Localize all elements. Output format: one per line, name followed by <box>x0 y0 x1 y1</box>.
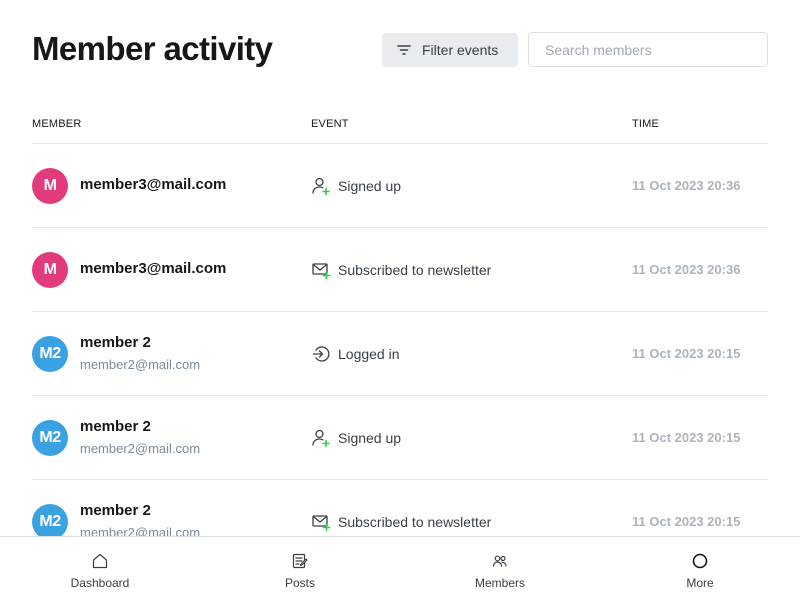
event-cell: Subscribed to newsletter <box>311 512 491 532</box>
event-cell: Subscribed to newsletter <box>311 260 491 280</box>
event-label: Signed up <box>338 430 402 446</box>
nav-item-posts[interactable]: Posts <box>200 537 400 600</box>
filter-events-label: Filter events <box>422 42 499 58</box>
event-time: 11 Oct 2023 20:36 <box>632 262 741 277</box>
member-name: member 2 <box>80 418 151 435</box>
member-name: member 2 <box>80 502 151 519</box>
event-label: Subscribed to newsletter <box>338 514 492 530</box>
column-header-member: MEMBER <box>32 118 82 130</box>
search-members-input[interactable] <box>528 32 768 67</box>
mail-plus-icon <box>311 512 331 532</box>
event-time: 11 Oct 2023 20:15 <box>632 430 741 445</box>
page-title: Member activity <box>32 30 273 67</box>
user-plus-icon <box>311 176 331 196</box>
members-icon <box>491 552 509 570</box>
event-time: 11 Oct 2023 20:15 <box>632 514 741 529</box>
event-cell: Signed up <box>311 176 401 196</box>
avatar: M2 <box>32 420 68 456</box>
bottom-navigation: Dashboard Posts Members More <box>0 536 800 600</box>
nav-item-members[interactable]: Members <box>400 537 600 600</box>
event-label: Logged in <box>338 346 400 362</box>
nav-label: Dashboard <box>70 576 130 590</box>
nav-label: More <box>686 576 714 590</box>
event-label: Signed up <box>338 178 402 194</box>
more-icon <box>691 552 709 570</box>
filter-icon <box>396 42 412 58</box>
avatar: M2 <box>32 336 68 372</box>
column-header-event: EVENT <box>311 118 349 130</box>
event-cell: Logged in <box>311 344 400 364</box>
nav-item-dashboard[interactable]: Dashboard <box>0 537 200 600</box>
activity-list: Mmember3@mail.com Signed up 11 Oct 2023 20… <box>32 144 768 564</box>
member-name: member 2 <box>80 334 151 351</box>
column-header-time: TIME <box>632 118 660 130</box>
table-row[interactable]: M2 member 2 member2@mail.com Signed up 11 Oc… <box>32 396 768 480</box>
member-email: member2@mail.com <box>80 441 201 456</box>
event-time: 11 Oct 2023 20:15 <box>632 346 741 361</box>
table-row[interactable]: Mmember3@mail.com Signed up 11 Oct 2023 20… <box>32 144 768 228</box>
home-icon <box>91 552 109 570</box>
member-name: member3@mail.com <box>80 260 227 277</box>
avatar: M <box>32 168 68 204</box>
table-row[interactable]: Mmember3@mail.com Subscribed to newslette… <box>32 228 768 312</box>
member-email: member2@mail.com <box>80 357 201 372</box>
table-header: MEMBER EVENT TIME <box>32 113 768 144</box>
avatar: M <box>32 252 68 288</box>
avatar: M2 <box>32 504 68 540</box>
nav-label: Posts <box>284 576 315 590</box>
event-cell: Signed up <box>311 428 401 448</box>
login-icon <box>311 344 331 364</box>
filter-events-button[interactable]: Filter events <box>382 33 518 67</box>
table-row[interactable]: M2 member 2 member2@mail.com Logged in 11 Oc… <box>32 312 768 396</box>
event-time: 11 Oct 2023 20:36 <box>632 178 741 193</box>
event-label: Subscribed to newsletter <box>338 262 492 278</box>
member-name: member3@mail.com <box>80 176 227 193</box>
nav-item-more[interactable]: More <box>600 537 800 600</box>
posts-icon <box>291 552 309 570</box>
nav-label: Members <box>474 576 525 590</box>
mail-plus-icon <box>311 260 331 280</box>
user-plus-icon <box>311 428 331 448</box>
